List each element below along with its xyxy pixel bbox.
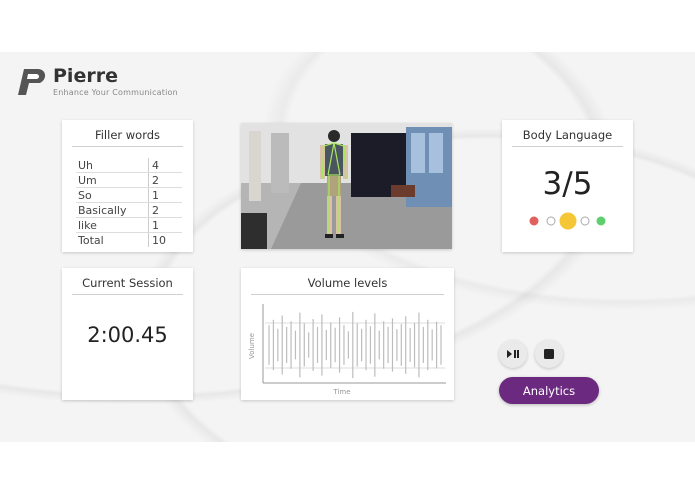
play-pause-button[interactable] — [499, 340, 527, 368]
volume-levels-card: Volume levels Time Volume — [241, 268, 454, 400]
body-language-dot — [596, 216, 606, 226]
current-session-title: Current Session — [72, 276, 183, 295]
body-language-score: 3/5 — [542, 166, 593, 202]
brand-tagline: Enhance Your Communication — [53, 88, 178, 97]
filler-count: 1 — [148, 187, 182, 203]
logo-mark-icon — [18, 69, 46, 95]
filler-row: Um 2 — [76, 172, 182, 188]
filler-words-card: Filler words Uh 4 Um 2 So 1 Basically 2 like 1 Tot… — [62, 120, 193, 252]
filler-count: 2 — [148, 202, 182, 218]
filler-row: Uh 4 — [76, 158, 182, 173]
body-language-title: Body Language — [512, 128, 623, 147]
current-session-card: Current Session 2:00.45 — [62, 268, 193, 400]
filler-word: Uh — [76, 158, 149, 173]
volume-x-label: Time — [332, 388, 350, 396]
video-feed — [241, 123, 452, 249]
camera-frame — [241, 123, 452, 249]
body-language-scale — [529, 212, 606, 230]
body-language-dot-selected — [559, 212, 577, 230]
stop-button[interactable] — [535, 340, 563, 368]
filler-word: Um — [76, 172, 149, 188]
volume-y-label: Volume — [248, 333, 256, 359]
filler-word: So — [76, 187, 149, 203]
filler-row: Basically 2 — [76, 202, 182, 218]
body-language-dot — [580, 216, 590, 226]
filler-words-table: Uh 4 Um 2 So 1 Basically 2 like 1 Total 10 — [76, 158, 182, 247]
filler-row: Total 10 — [76, 232, 182, 247]
filler-count: 2 — [148, 172, 182, 188]
body-language-dot — [529, 216, 539, 226]
stop-icon — [544, 349, 554, 359]
brand-name: Pierre — [53, 65, 118, 87]
analytics-button[interactable]: Analytics — [499, 377, 599, 404]
filler-count: 4 — [148, 158, 182, 173]
session-timer: 2:00.45 — [87, 323, 168, 347]
volume-chart: Time Volume — [248, 304, 446, 396]
play-pause-icon — [507, 350, 519, 358]
app-logo: Pierre Enhance Your Communication — [14, 65, 178, 98]
body-language-dot — [546, 216, 556, 226]
filler-count: 10 — [148, 232, 182, 247]
filler-word: like — [76, 217, 149, 233]
filler-words-title: Filler words — [72, 128, 183, 147]
filler-word: Total — [78, 233, 104, 247]
filler-word: Basically — [76, 202, 149, 218]
filler-row: like 1 — [76, 217, 182, 233]
filler-row: So 1 — [76, 187, 182, 203]
filler-count: 1 — [148, 217, 182, 233]
